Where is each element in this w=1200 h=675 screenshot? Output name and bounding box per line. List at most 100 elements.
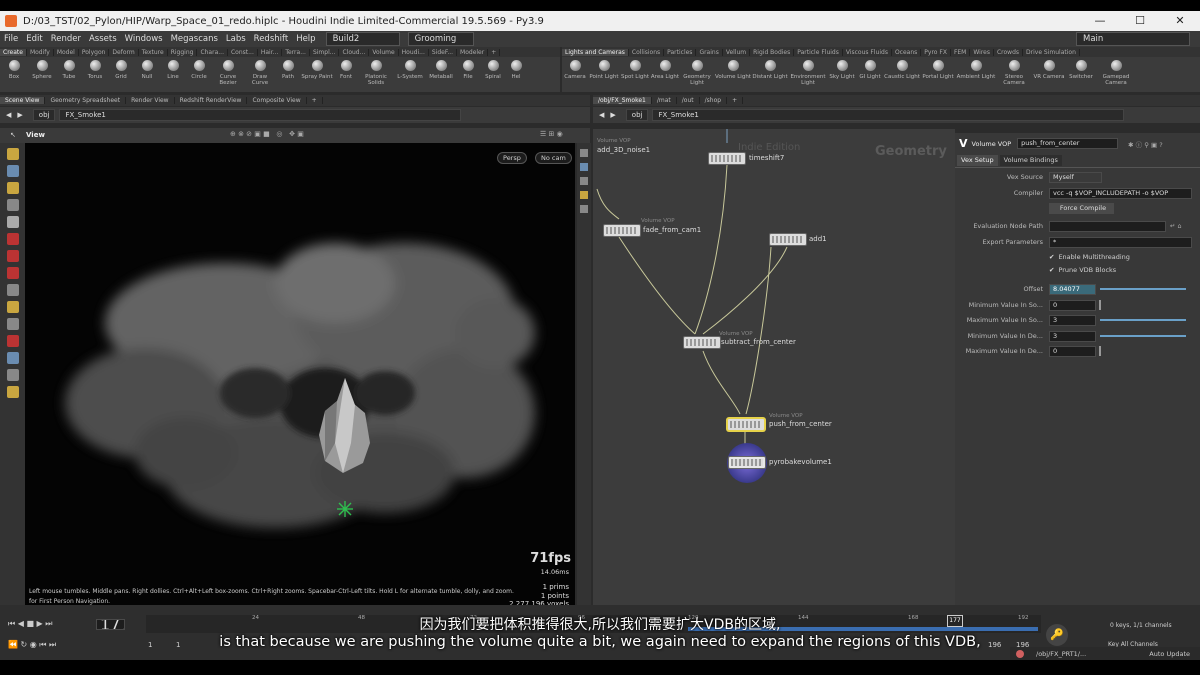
transform-tool-icon[interactable] (6, 165, 19, 177)
shelf-tool-font[interactable]: Font (334, 57, 358, 92)
node-subtract-from-center-box[interactable] (683, 336, 721, 349)
node-timeshift7[interactable]: timeshift7 (749, 154, 784, 162)
tab-vex-setup[interactable]: Vex Setup (957, 155, 998, 166)
export-parameters-field[interactable]: * (1049, 236, 1192, 248)
back-arrow-icon[interactable]: ◀ (599, 111, 604, 119)
force-compile-button[interactable]: Force Compile (1049, 202, 1114, 214)
shelf-tool-area-light[interactable]: Area Light (650, 57, 680, 92)
back-arrow-icon[interactable]: ◀ (6, 111, 11, 119)
shelf-tab-lights-cameras[interactable]: Lights and Cameras (562, 48, 629, 56)
shelf-tab[interactable]: Houdi... (399, 48, 429, 56)
handle-tool-icon[interactable] (6, 182, 19, 194)
shelf-tab[interactable]: Deform (109, 48, 139, 56)
menu-file[interactable]: File (0, 34, 22, 44)
param-toolbar-icons[interactable]: ✱ ⓘ ⚲ ▣ ? (1128, 139, 1163, 149)
tab-redshift-renderview[interactable]: Redshift RenderView (175, 97, 248, 104)
shelf-tool-grid[interactable]: Grid (108, 57, 134, 92)
shelf-tool-torus[interactable]: Torus (82, 57, 108, 92)
camera-tool-icon[interactable] (6, 284, 19, 296)
shelf-tool-geometry-light[interactable]: Geometry Light (680, 57, 714, 92)
scene-viewport[interactable]: Persp No cam 71fps 14.06ms 1 prims 1 poi… (25, 143, 575, 609)
shelf-tab[interactable]: Chara... (197, 48, 228, 56)
menu-megascans[interactable]: Megascans (167, 34, 222, 44)
shelf-tab[interactable]: Pyro FX (921, 48, 951, 56)
min-source-slider[interactable] (1099, 300, 1101, 310)
shelf-tool-switcher[interactable]: Switcher (1066, 57, 1096, 92)
node-add1[interactable]: add1 (809, 235, 827, 243)
shelf-tab[interactable]: Particles (664, 48, 697, 56)
shelf-tool-circle[interactable]: Circle (186, 57, 212, 92)
shelf-tool-platonic-solids[interactable]: Platonic Solids (358, 57, 394, 92)
lock-icon[interactable] (6, 216, 19, 228)
shelf-tool-line[interactable]: Line (160, 57, 186, 92)
shelf-tab[interactable]: FEM (951, 48, 971, 56)
tab-volume-bindings[interactable]: Volume Bindings (999, 155, 1062, 166)
shelf-tool-volume-light[interactable]: Volume Light (714, 57, 752, 92)
shelf-tab[interactable]: Texture (139, 48, 168, 56)
shelf-tool-spiral[interactable]: Spiral (480, 57, 506, 92)
shelf-tool-ambient-light[interactable]: Ambient Light (956, 57, 996, 92)
shelf-tool-caustic-light[interactable]: Caustic Light (884, 57, 920, 92)
min-source-field[interactable]: 0 (1049, 299, 1096, 311)
persp-dropdown[interactable]: Persp (497, 152, 527, 164)
shelf-tool-tube[interactable]: Tube (56, 57, 82, 92)
forward-arrow-icon[interactable]: ▶ (17, 111, 22, 119)
add-pane-tab-icon[interactable]: + (307, 97, 323, 104)
magnet-icon[interactable] (6, 250, 19, 262)
node-push-from-center-box[interactable] (727, 418, 765, 431)
node-chooser-icon[interactable]: ↵ ⌂ (1170, 222, 1182, 230)
shelf-tab[interactable]: Wires (970, 48, 994, 56)
node-push-from-center[interactable]: push_from_center (769, 420, 832, 428)
max-source-slider[interactable] (1100, 319, 1186, 321)
node-pyrobakevolume1[interactable]: pyrobakevolume1 (769, 458, 832, 466)
tab-obj-fx-smoke1[interactable]: /obj/FX_Smoke1 (593, 97, 652, 104)
tab-out[interactable]: /out (677, 97, 700, 104)
maximize-button[interactable]: ☐ (1120, 11, 1160, 31)
shelf-tool-l-system[interactable]: L-System (394, 57, 426, 92)
status-path[interactable]: /obj/FX_PRT1/... (1036, 650, 1086, 658)
display-option-icon[interactable] (580, 149, 588, 157)
path-obj[interactable]: obj (625, 109, 649, 121)
record-icon[interactable] (6, 335, 19, 347)
shelf-tab[interactable]: Polygon (79, 48, 110, 56)
shelf-tab[interactable]: Terra... (282, 48, 310, 56)
menu-render[interactable]: Render (47, 34, 85, 44)
shelf-tool-sphere[interactable]: Sphere (28, 57, 56, 92)
max-source-field[interactable]: 3 (1049, 314, 1096, 326)
tab-composite-view[interactable]: Composite View (247, 97, 307, 104)
light-display-icon[interactable] (580, 191, 588, 199)
shelf-tool-stereo-camera[interactable]: Stereo Camera (996, 57, 1032, 92)
shelf-tab[interactable]: Modify (27, 48, 54, 56)
shelf-tool-spot-light[interactable]: Spot Light (620, 57, 650, 92)
close-button[interactable]: ✕ (1160, 11, 1200, 31)
node-add1-box[interactable] (769, 233, 807, 246)
compiler-field[interactable]: vcc -q $VOP_INCLUDEPATH -o $VOP (1049, 187, 1192, 199)
shelf-tab[interactable]: Cloud... (339, 48, 370, 56)
shelf-tab[interactable]: Grains (696, 48, 723, 56)
node-fade-from-cam1-box[interactable] (603, 224, 641, 237)
prune-vdb-checkbox[interactable]: ✔ (1049, 266, 1054, 274)
minimize-button[interactable]: — (1080, 11, 1120, 31)
snap-grid-icon[interactable] (6, 267, 19, 279)
max-dest-slider[interactable] (1099, 346, 1101, 356)
menu-windows[interactable]: Windows (121, 34, 167, 44)
view-tools-icons[interactable]: ⊕ ⊗ ⊘ ▣ ■ ◎ ✥ ▣ (230, 130, 304, 138)
shading-mode-icon[interactable] (580, 163, 588, 171)
shelf-tool-path[interactable]: Path (276, 57, 300, 92)
tab-shop[interactable]: /shop (700, 97, 728, 104)
shelf-tab[interactable]: Particle Fluids (794, 48, 843, 56)
min-dest-slider[interactable] (1100, 335, 1186, 337)
tab-render-view[interactable]: Render View (126, 97, 175, 104)
shelf-tab[interactable]: Simpl... (310, 48, 340, 56)
ghost-icon[interactable] (580, 177, 588, 185)
display-tool-icon[interactable] (6, 318, 19, 330)
shelf-tool-sky-light[interactable]: Sky Light (828, 57, 856, 92)
select-tool-icon[interactable] (6, 148, 19, 160)
add-pane-tab-icon[interactable]: + (727, 97, 744, 104)
shelf-tool-box[interactable]: Box (0, 57, 28, 92)
shelf-tool-null[interactable]: Null (134, 57, 160, 92)
op-name-field[interactable]: push_from_center (1017, 138, 1119, 149)
node-timeshift7-box[interactable] (708, 152, 746, 165)
menu-help[interactable]: Help (292, 34, 319, 44)
light-tool-icon[interactable] (6, 301, 19, 313)
